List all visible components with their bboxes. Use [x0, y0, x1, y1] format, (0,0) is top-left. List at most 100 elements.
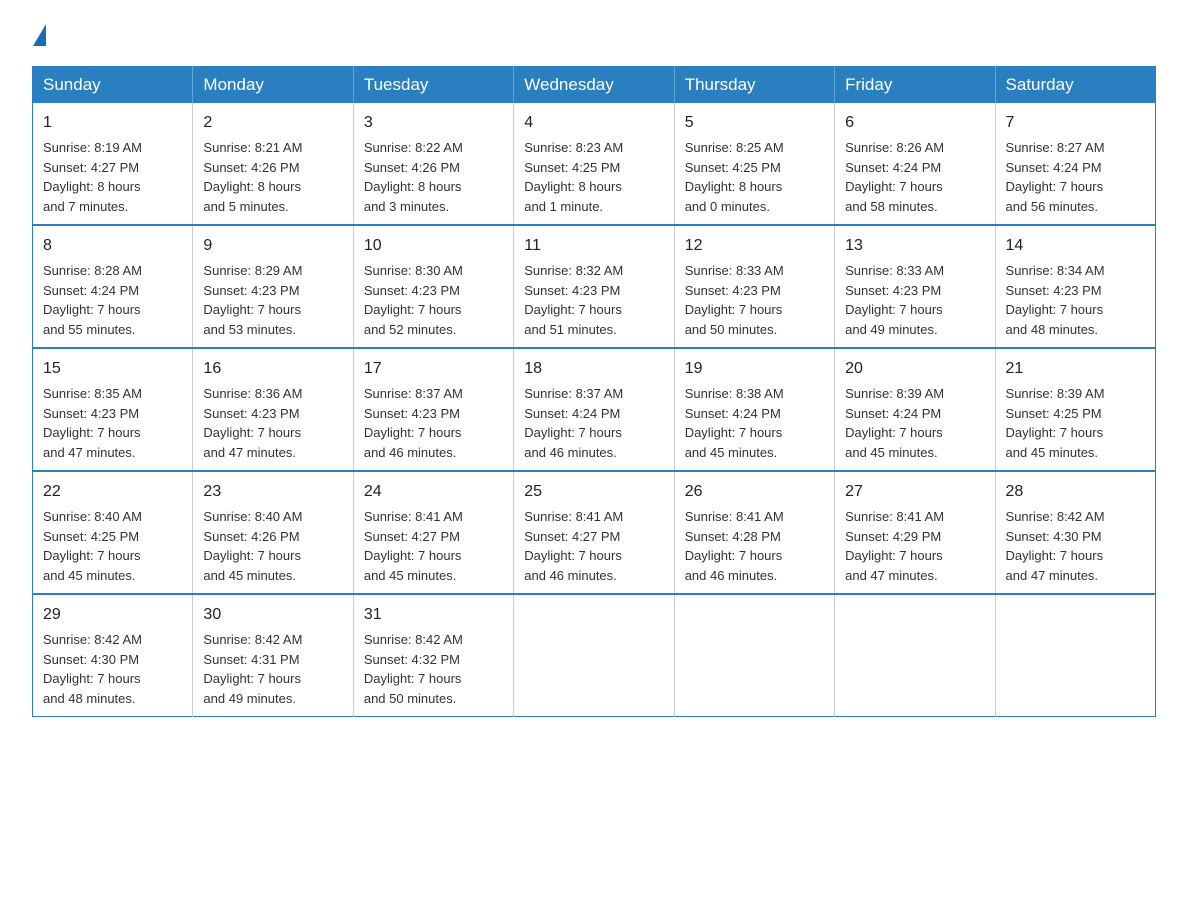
- daylight-info2: and 47 minutes.: [203, 445, 296, 460]
- calendar-cell: 26 Sunrise: 8:41 AM Sunset: 4:28 PM Dayl…: [674, 471, 834, 594]
- daylight-info: Daylight: 7 hours: [845, 179, 943, 194]
- calendar-cell: 10 Sunrise: 8:30 AM Sunset: 4:23 PM Dayl…: [353, 225, 513, 348]
- calendar-week-row: 1 Sunrise: 8:19 AM Sunset: 4:27 PM Dayli…: [33, 103, 1156, 225]
- day-number: 15: [43, 357, 182, 381]
- day-number: 1: [43, 111, 182, 135]
- daylight-info: Daylight: 7 hours: [43, 302, 141, 317]
- sunset-info: Sunset: 4:29 PM: [845, 529, 941, 544]
- daylight-info: Daylight: 7 hours: [524, 302, 622, 317]
- day-number: 3: [364, 111, 503, 135]
- sunset-info: Sunset: 4:23 PM: [845, 283, 941, 298]
- sunset-info: Sunset: 4:24 PM: [845, 406, 941, 421]
- header-wednesday: Wednesday: [514, 67, 674, 104]
- sunrise-info: Sunrise: 8:32 AM: [524, 263, 623, 278]
- calendar-week-row: 8 Sunrise: 8:28 AM Sunset: 4:24 PM Dayli…: [33, 225, 1156, 348]
- day-number: 7: [1006, 111, 1145, 135]
- calendar-cell: 19 Sunrise: 8:38 AM Sunset: 4:24 PM Dayl…: [674, 348, 834, 471]
- calendar-cell: 13 Sunrise: 8:33 AM Sunset: 4:23 PM Dayl…: [835, 225, 995, 348]
- sunrise-info: Sunrise: 8:37 AM: [364, 386, 463, 401]
- sunrise-info: Sunrise: 8:42 AM: [43, 632, 142, 647]
- sunset-info: Sunset: 4:24 PM: [524, 406, 620, 421]
- day-number: 20: [845, 357, 984, 381]
- calendar-cell: 17 Sunrise: 8:37 AM Sunset: 4:23 PM Dayl…: [353, 348, 513, 471]
- day-number: 4: [524, 111, 663, 135]
- daylight-info2: and 3 minutes.: [364, 199, 449, 214]
- calendar-cell: 15 Sunrise: 8:35 AM Sunset: 4:23 PM Dayl…: [33, 348, 193, 471]
- sunset-info: Sunset: 4:23 PM: [203, 406, 299, 421]
- calendar-cell: 9 Sunrise: 8:29 AM Sunset: 4:23 PM Dayli…: [193, 225, 353, 348]
- day-number: 8: [43, 234, 182, 258]
- calendar-table: Sunday Monday Tuesday Wednesday Thursday…: [32, 66, 1156, 717]
- daylight-info2: and 48 minutes.: [1006, 322, 1099, 337]
- day-number: 14: [1006, 234, 1145, 258]
- calendar-cell: 27 Sunrise: 8:41 AM Sunset: 4:29 PM Dayl…: [835, 471, 995, 594]
- daylight-info2: and 1 minute.: [524, 199, 603, 214]
- day-number: 9: [203, 234, 342, 258]
- sunset-info: Sunset: 4:27 PM: [43, 160, 139, 175]
- sunset-info: Sunset: 4:23 PM: [203, 283, 299, 298]
- sunset-info: Sunset: 4:25 PM: [524, 160, 620, 175]
- sunrise-info: Sunrise: 8:38 AM: [685, 386, 784, 401]
- header-monday: Monday: [193, 67, 353, 104]
- calendar-cell: 7 Sunrise: 8:27 AM Sunset: 4:24 PM Dayli…: [995, 103, 1155, 225]
- calendar-cell: 21 Sunrise: 8:39 AM Sunset: 4:25 PM Dayl…: [995, 348, 1155, 471]
- daylight-info: Daylight: 7 hours: [364, 302, 462, 317]
- day-number: 23: [203, 480, 342, 504]
- sunset-info: Sunset: 4:23 PM: [685, 283, 781, 298]
- day-number: 29: [43, 603, 182, 627]
- sunrise-info: Sunrise: 8:42 AM: [1006, 509, 1105, 524]
- sunrise-info: Sunrise: 8:19 AM: [43, 140, 142, 155]
- daylight-info2: and 45 minutes.: [1006, 445, 1099, 460]
- day-number: 22: [43, 480, 182, 504]
- sunset-info: Sunset: 4:26 PM: [203, 160, 299, 175]
- daylight-info: Daylight: 7 hours: [43, 425, 141, 440]
- daylight-info: Daylight: 7 hours: [685, 302, 783, 317]
- day-number: 30: [203, 603, 342, 627]
- sunset-info: Sunset: 4:25 PM: [685, 160, 781, 175]
- daylight-info: Daylight: 7 hours: [203, 425, 301, 440]
- day-number: 19: [685, 357, 824, 381]
- calendar-cell: 4 Sunrise: 8:23 AM Sunset: 4:25 PM Dayli…: [514, 103, 674, 225]
- sunset-info: Sunset: 4:26 PM: [364, 160, 460, 175]
- daylight-info2: and 53 minutes.: [203, 322, 296, 337]
- sunset-info: Sunset: 4:30 PM: [1006, 529, 1102, 544]
- sunrise-info: Sunrise: 8:39 AM: [1006, 386, 1105, 401]
- daylight-info: Daylight: 7 hours: [203, 671, 301, 686]
- calendar-cell: 24 Sunrise: 8:41 AM Sunset: 4:27 PM Dayl…: [353, 471, 513, 594]
- sunrise-info: Sunrise: 8:29 AM: [203, 263, 302, 278]
- sunrise-info: Sunrise: 8:28 AM: [43, 263, 142, 278]
- calendar-cell: 8 Sunrise: 8:28 AM Sunset: 4:24 PM Dayli…: [33, 225, 193, 348]
- daylight-info2: and 49 minutes.: [845, 322, 938, 337]
- sunrise-info: Sunrise: 8:42 AM: [203, 632, 302, 647]
- sunrise-info: Sunrise: 8:41 AM: [845, 509, 944, 524]
- daylight-info: Daylight: 7 hours: [1006, 302, 1104, 317]
- sunrise-info: Sunrise: 8:22 AM: [364, 140, 463, 155]
- sunset-info: Sunset: 4:23 PM: [1006, 283, 1102, 298]
- calendar-cell: 25 Sunrise: 8:41 AM Sunset: 4:27 PM Dayl…: [514, 471, 674, 594]
- day-number: 27: [845, 480, 984, 504]
- day-number: 17: [364, 357, 503, 381]
- daylight-info2: and 47 minutes.: [845, 568, 938, 583]
- calendar-cell: 1 Sunrise: 8:19 AM Sunset: 4:27 PM Dayli…: [33, 103, 193, 225]
- daylight-info: Daylight: 8 hours: [203, 179, 301, 194]
- daylight-info2: and 49 minutes.: [203, 691, 296, 706]
- daylight-info2: and 45 minutes.: [845, 445, 938, 460]
- calendar-cell: 23 Sunrise: 8:40 AM Sunset: 4:26 PM Dayl…: [193, 471, 353, 594]
- daylight-info2: and 45 minutes.: [203, 568, 296, 583]
- header-saturday: Saturday: [995, 67, 1155, 104]
- daylight-info2: and 46 minutes.: [685, 568, 778, 583]
- sunrise-info: Sunrise: 8:40 AM: [203, 509, 302, 524]
- calendar-cell: [514, 594, 674, 717]
- sunrise-info: Sunrise: 8:39 AM: [845, 386, 944, 401]
- day-number: 28: [1006, 480, 1145, 504]
- daylight-info: Daylight: 7 hours: [524, 425, 622, 440]
- daylight-info: Daylight: 7 hours: [1006, 425, 1104, 440]
- day-number: 5: [685, 111, 824, 135]
- sunset-info: Sunset: 4:25 PM: [1006, 406, 1102, 421]
- sunrise-info: Sunrise: 8:25 AM: [685, 140, 784, 155]
- calendar-cell: 22 Sunrise: 8:40 AM Sunset: 4:25 PM Dayl…: [33, 471, 193, 594]
- daylight-info: Daylight: 7 hours: [845, 302, 943, 317]
- daylight-info2: and 46 minutes.: [524, 445, 617, 460]
- sunset-info: Sunset: 4:23 PM: [364, 283, 460, 298]
- sunset-info: Sunset: 4:26 PM: [203, 529, 299, 544]
